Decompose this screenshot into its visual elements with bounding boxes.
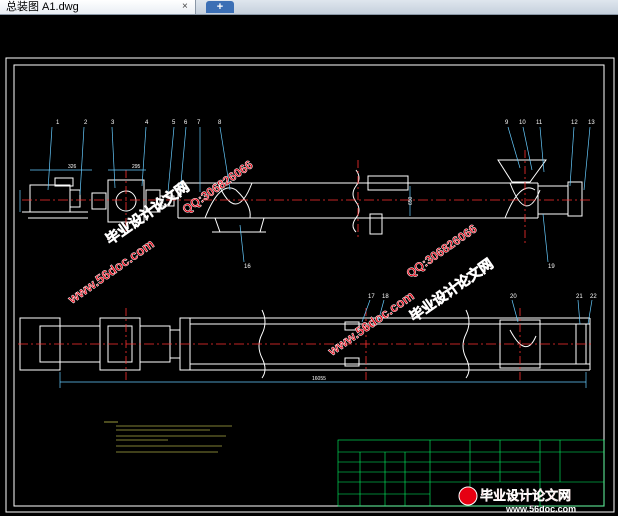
part-number: 20 [510,294,517,300]
part-number: 8 [218,120,222,126]
part-number: 22 [590,294,597,300]
part-number: 9 [505,120,509,126]
dimension-label: 295 [132,164,141,170]
close-icon[interactable]: × [182,0,188,14]
dimension-label: 326 [68,164,77,170]
tab-bar: 总装图 A1.dwg × + [0,0,618,15]
part-number: 10 [519,120,526,126]
dimension-label: 16055 [312,376,326,382]
part-number: 7 [197,120,201,126]
watermark-qq: QQ:306826066 [180,157,256,216]
part-number: 12 [571,120,578,126]
footer-brand: 毕业设计论文网 [480,488,571,503]
motor [29,184,71,213]
dimension-label: 650 [408,196,414,205]
cad-drawing-canvas[interactable]: 1 2 3 4 5 6 7 8 9 10 11 12 13 16 19 326 … [0,15,618,516]
part-number: 1 [56,120,60,126]
new-tab-button[interactable]: + [206,1,234,13]
part-number: 19 [548,264,555,270]
tab-drawing-file[interactable]: 总装图 A1.dwg × [0,0,196,14]
watermarks: 毕业设计论文网 QQ:306826066 www.56doc.com www.5… [64,157,496,359]
part-number: 18 [382,294,389,300]
part-number: 13 [588,120,595,126]
part-number: 21 [576,294,583,300]
part-number: 5 [172,120,176,126]
part-number: 4 [145,120,149,126]
tech-requirements [104,421,232,453]
footer-watermark: 毕业设计论文网 www.56doc.com [458,486,576,514]
elevation-view [22,159,583,235]
part-number: 16 [244,264,251,270]
logo-icon [458,486,478,506]
part-number: 17 [368,294,375,300]
part-number: 11 [536,120,543,126]
tab-title: 总装图 A1.dwg [6,1,79,13]
part-number: 6 [184,120,188,126]
part-number: 3 [111,120,115,126]
footer-site: www.56doc.com [505,504,576,514]
part-number: 2 [84,120,88,126]
